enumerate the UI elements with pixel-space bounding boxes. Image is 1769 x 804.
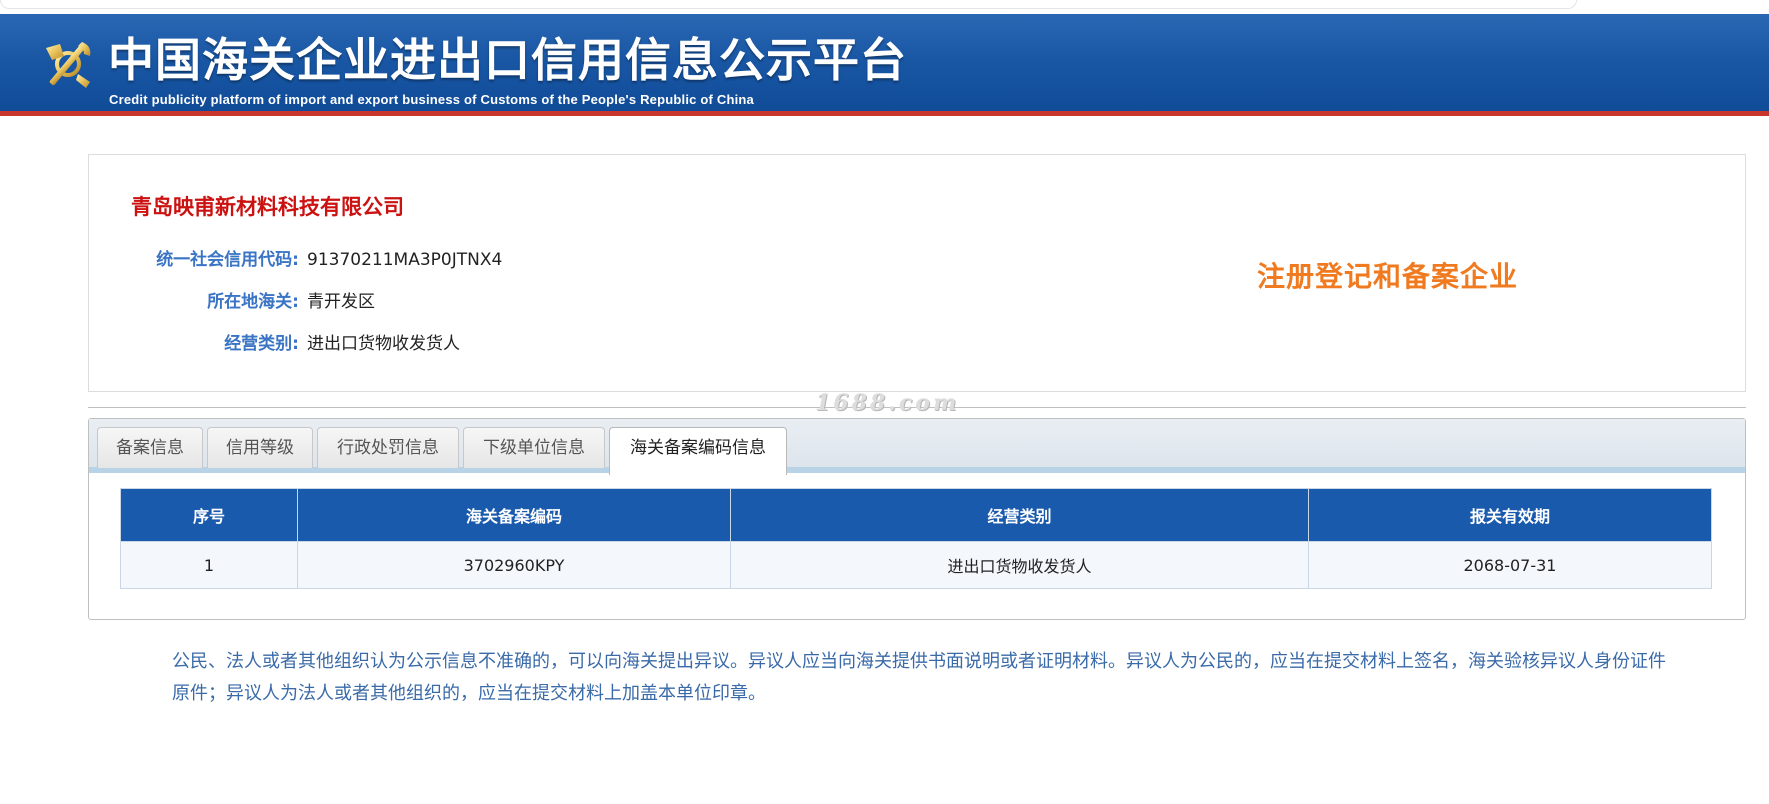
- cell-validity: 2068-07-31: [1308, 541, 1712, 589]
- watermark: 1688.com: [815, 390, 960, 416]
- customs-location-row: 所在地海关: 青开发区: [89, 287, 689, 317]
- tab-penalty-info[interactable]: 行政处罚信息: [317, 427, 459, 468]
- tab-subordinate-units[interactable]: 下级单位信息: [463, 427, 605, 468]
- address-bar-edge: [0, 0, 1577, 9]
- col-header-business-type: 经营类别: [730, 488, 1309, 542]
- company-name: 青岛映甫新材料科技有限公司: [131, 195, 404, 219]
- col-header-validity: 报关有效期: [1308, 488, 1712, 542]
- customs-emblem-icon: [46, 42, 91, 88]
- table-header-row: 序号 海关备案编码 经营类别 报关有效期: [120, 488, 1712, 542]
- customs-location-label: 所在地海关:: [207, 292, 299, 312]
- tab-filing-info[interactable]: 备案信息: [97, 427, 203, 468]
- business-type-value: 进出口货物收发货人: [307, 334, 460, 354]
- site-header: 中国海关企业进出口信用信息公示平台 Credit publicity platf…: [0, 14, 1769, 116]
- tab-customs-code-info[interactable]: 海关备案编码信息: [609, 427, 787, 475]
- tab-credit-rating[interactable]: 信用等级: [207, 427, 313, 468]
- credit-code-value: 91370211MA3P0JTNX4: [307, 250, 503, 270]
- table-row: 1 3702960KPY 进出口货物收发货人 2068-07-31: [120, 541, 1712, 589]
- registration-status-stamp: 注册登记和备案企业: [1257, 260, 1519, 293]
- credit-code-label: 统一社会信用代码:: [156, 250, 299, 270]
- cell-index: 1: [120, 541, 298, 589]
- company-info-box: 青岛映甫新材料科技有限公司 统一社会信用代码: 91370211MA3P0JTN…: [88, 154, 1746, 392]
- cell-business-type: 进出口货物收发货人: [730, 541, 1309, 589]
- customs-code-table: 序号 海关备案编码 经营类别 报关有效期 1 3702960KPY 进出口货物收…: [120, 488, 1712, 589]
- site-subtitle: Credit publicity platform of import and …: [109, 92, 754, 107]
- business-type-row: 经营类别: 进出口货物收发货人: [89, 329, 689, 359]
- tab-bar: 备案信息 信用等级 行政处罚信息 下级单位信息 海关备案编码信息: [89, 419, 1745, 475]
- col-header-customs-code: 海关备案编码: [297, 488, 731, 542]
- customs-location-value: 青开发区: [307, 292, 375, 312]
- business-type-label: 经营类别:: [224, 334, 299, 354]
- objection-notice: 公民、法人或者其他组织认为公示信息不准确的，可以向海关提出异议。异议人应当向海关…: [172, 651, 1666, 704]
- credit-code-row: 统一社会信用代码: 91370211MA3P0JTNX4: [89, 245, 689, 275]
- cell-customs-code: 3702960KPY: [297, 541, 731, 589]
- browser-top-strip: [0, 0, 1769, 14]
- col-header-index: 序号: [120, 488, 298, 542]
- header-red-line: [0, 111, 1769, 116]
- site-title: 中国海关企业进出口信用信息公示平台: [108, 33, 907, 87]
- info-tab-panel: 备案信息 信用等级 行政处罚信息 下级单位信息 海关备案编码信息 序号 海关备案…: [88, 418, 1746, 620]
